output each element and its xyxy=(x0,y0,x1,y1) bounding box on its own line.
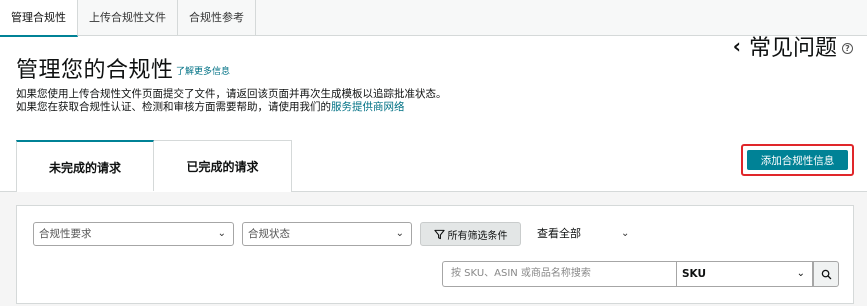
description-line-2-text: 如果您在获取合规性认证、检测和审核方面需要帮助，请使用我们的 xyxy=(16,101,331,113)
add-button-highlight: 添加合规性信息 xyxy=(741,144,854,176)
add-compliance-info-button[interactable]: 添加合规性信息 xyxy=(747,150,848,170)
chevron-down-icon[interactable]: ⌄ xyxy=(621,222,629,246)
tab-completed-requests[interactable]: 已完成的请求 xyxy=(154,140,292,192)
filter-icon xyxy=(433,229,445,239)
service-provider-network-link[interactable]: 服务提供商网络 xyxy=(331,101,405,113)
tab-manage-compliance[interactable]: 管理合规性 xyxy=(0,0,78,37)
request-tabs: 未完成的请求 已完成的请求 xyxy=(16,140,292,192)
tab-open-requests[interactable]: 未完成的请求 xyxy=(16,140,154,192)
search-input[interactable]: 按 SKU、ASIN 或商品名称搜索 xyxy=(442,261,676,287)
faq-link[interactable]: ‹ 常见问题 ? xyxy=(733,30,853,62)
learn-more-link[interactable]: 了解更多信息 xyxy=(176,64,230,77)
description-line-2: 如果您在获取合规性认证、检测和审核方面需要帮助，请使用我们的服务提供商网络 xyxy=(16,101,447,114)
compliance-status-select[interactable]: 合规状态 ⌄ xyxy=(242,222,412,246)
chevron-down-icon: ⌄ xyxy=(395,228,404,239)
search-field-value: SKU xyxy=(682,268,707,280)
search-field-select[interactable]: SKU ⌄ xyxy=(676,261,813,287)
compliance-requirement-value: 合规性要求 xyxy=(39,228,92,240)
page-description: 如果您使用上传合规性文件页面提交了文件，请返回该页面并再次生成模板以追踪批准状态… xyxy=(16,88,447,114)
faq-label: 常见问题 xyxy=(748,36,837,61)
compliance-status-value: 合规状态 xyxy=(248,228,290,240)
description-line-1: 如果您使用上传合规性文件页面提交了文件，请返回该页面并再次生成模板以追踪批准状态… xyxy=(16,88,447,100)
tab-compliance-reference[interactable]: 合规性参考 xyxy=(178,0,256,36)
view-all-dropdown[interactable]: 查看全部 xyxy=(537,222,581,246)
all-filters-button[interactable]: 所有筛选条件 xyxy=(420,222,521,246)
tab-upload-compliance-files[interactable]: 上传合规性文件 xyxy=(78,0,178,36)
compliance-requirement-select[interactable]: 合规性要求 ⌄ xyxy=(33,222,234,246)
filter-panel: 合规性要求 ⌄ 合规状态 ⌄ 所有筛选条件 查看全部 ⌄ 按 SKU、ASIN … xyxy=(16,205,854,304)
chevron-left-icon: ‹ xyxy=(732,34,741,58)
page-title: 管理您的合规性 xyxy=(16,58,174,83)
all-filters-label: 所有筛选条件 xyxy=(447,230,508,242)
search-icon xyxy=(821,269,831,279)
chevron-down-icon: ⌄ xyxy=(796,268,805,279)
search-button[interactable] xyxy=(813,261,839,287)
help-circle-icon: ? xyxy=(842,42,853,54)
chevron-down-icon: ⌄ xyxy=(217,228,226,239)
